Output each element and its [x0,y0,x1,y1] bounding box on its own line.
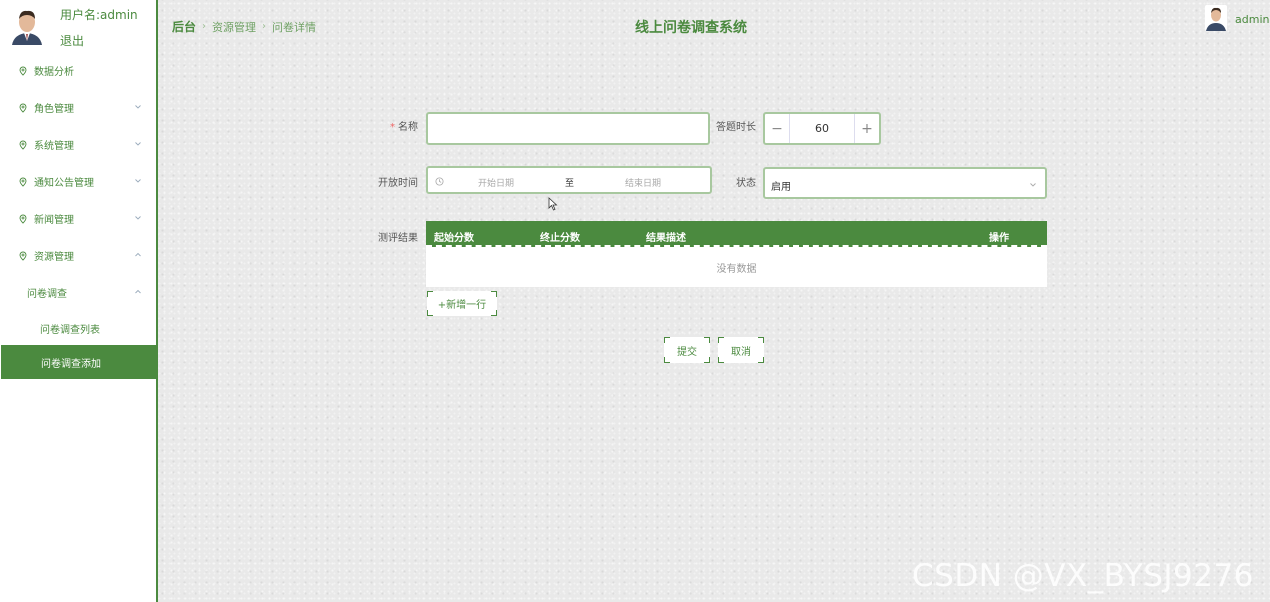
increase-button[interactable]: + [855,114,879,143]
column-header: 起始分数 [434,233,474,244]
chevron-down-icon [135,105,141,109]
breadcrumb-item: 问卷详情 [272,20,317,34]
breadcrumb-home[interactable]: 后台 [172,18,196,35]
submit-button[interactable]: 提交 [664,337,710,363]
required-mark: * [390,122,395,133]
sidebar-item-system-management[interactable]: 系统管理 [0,126,156,163]
duration-label: 答题时长 [716,122,756,133]
chevron-down-icon [135,216,141,220]
corner-decoration [664,357,670,363]
watermark: CSDN @VX_BYSJ9276 [912,558,1254,594]
corner-decoration [491,291,497,297]
breadcrumb-separator-icon: › [202,21,207,32]
name-label-text: 名称 [398,122,418,133]
location-pin-icon [19,66,27,76]
corner-decoration [718,337,724,343]
end-date-input[interactable]: 结束日期 [625,176,661,189]
column-header: 结果描述 [646,233,686,244]
location-pin-icon [19,103,27,113]
corner-decoration [758,337,764,343]
sidebar-item-label: 系统管理 [34,141,74,152]
breadcrumb: 后台 › 资源管理 › 问卷详情 [172,18,316,35]
table-header: 起始分数 终止分数 结果描述 操作 [426,221,1047,247]
submenu-label: 问卷调查 [27,289,67,300]
result-table: 起始分数 终止分数 结果描述 操作 没有数据 [426,221,1047,287]
chevron-down-icon [135,179,141,183]
range-separator: 至 [565,179,575,189]
corner-decoration [427,291,433,297]
logout-link[interactable]: 退出 [60,32,84,49]
sidebar-item-news-management[interactable]: 新闻管理 [0,200,156,237]
header-username[interactable]: admin [1235,13,1269,26]
add-row-label: +新增一行 [437,300,487,311]
sidebar: 用户名:admin 退出 数据分析 角色管理 系统管理 通知公告管理 新闻管理 [0,0,158,602]
chevron-down-icon [135,142,141,146]
date-range-picker[interactable]: 开始日期 至 结束日期 [426,166,712,194]
name-input[interactable] [426,112,710,145]
sidebar-item-data-analysis[interactable]: 数据分析 [0,52,156,89]
cancel-label: 取消 [731,346,751,358]
cancel-button[interactable]: 取消 [718,337,764,363]
name-label: * 名称 [370,118,418,133]
mouse-cursor-icon [548,197,558,211]
status-select[interactable]: 启用 [763,167,1047,199]
sidebar-item-questionnaire-add[interactable]: 问卷调查添加 [1,345,156,379]
sidebar-item-label: 通知公告管理 [34,178,94,189]
corner-decoration [704,357,710,363]
clock-icon [435,177,444,186]
sidebar-menu: 数据分析 角色管理 系统管理 通知公告管理 新闻管理 资源管理 问卷调查 问卷调… [0,52,156,379]
sidebar-item-label: 新闻管理 [34,215,74,226]
duration-stepper: − 60 + [763,112,881,145]
submit-label: 提交 [677,346,697,358]
decrease-button[interactable]: − [765,114,789,143]
user-block: 用户名:admin 退出 [0,0,156,52]
avatar[interactable] [1205,5,1227,31]
start-date-input[interactable]: 开始日期 [478,176,514,189]
open-time-label: 开放时间 [378,178,418,189]
username-label: 用户名:admin [60,8,138,22]
sidebar-item-role-management[interactable]: 角色管理 [0,89,156,126]
sidebar-item-notice-management[interactable]: 通知公告管理 [0,163,156,200]
page-title: 线上问卷调查系统 [635,20,747,36]
add-row-button[interactable]: +新增一行 [427,291,497,316]
corner-decoration [427,310,433,316]
chevron-up-icon [135,252,141,257]
chevron-up-icon [135,289,141,294]
corner-decoration [704,337,710,343]
sidebar-item-label: 数据分析 [34,67,74,78]
duration-value[interactable]: 60 [789,114,855,143]
avatar [10,7,44,45]
sidebar-item-questionnaire-list[interactable]: 问卷调查列表 [0,311,156,345]
corner-decoration [758,357,764,363]
corner-decoration [718,357,724,363]
location-pin-icon [19,214,27,224]
location-pin-icon [19,177,27,187]
sidebar-item-label: 角色管理 [34,104,74,115]
result-label: 测评结果 [378,233,418,244]
corner-decoration [664,337,670,343]
corner-decoration [491,310,497,316]
sidebar-submenu-questionnaire[interactable]: 问卷调查 [0,274,156,311]
sidebar-item-resource-management[interactable]: 资源管理 [0,237,156,274]
breadcrumb-item[interactable]: 资源管理 [212,19,256,35]
location-pin-icon [19,140,27,150]
status-label: 状态 [736,178,756,189]
breadcrumb-separator-icon: › [262,21,267,32]
sidebar-item-label: 资源管理 [34,252,74,263]
chevron-down-icon [1030,183,1036,187]
location-pin-icon [19,251,27,261]
column-header: 终止分数 [540,233,580,244]
status-selected-value: 启用 [771,182,791,193]
column-header: 操作 [989,233,1009,244]
table-empty-state: 没有数据 [426,247,1047,287]
